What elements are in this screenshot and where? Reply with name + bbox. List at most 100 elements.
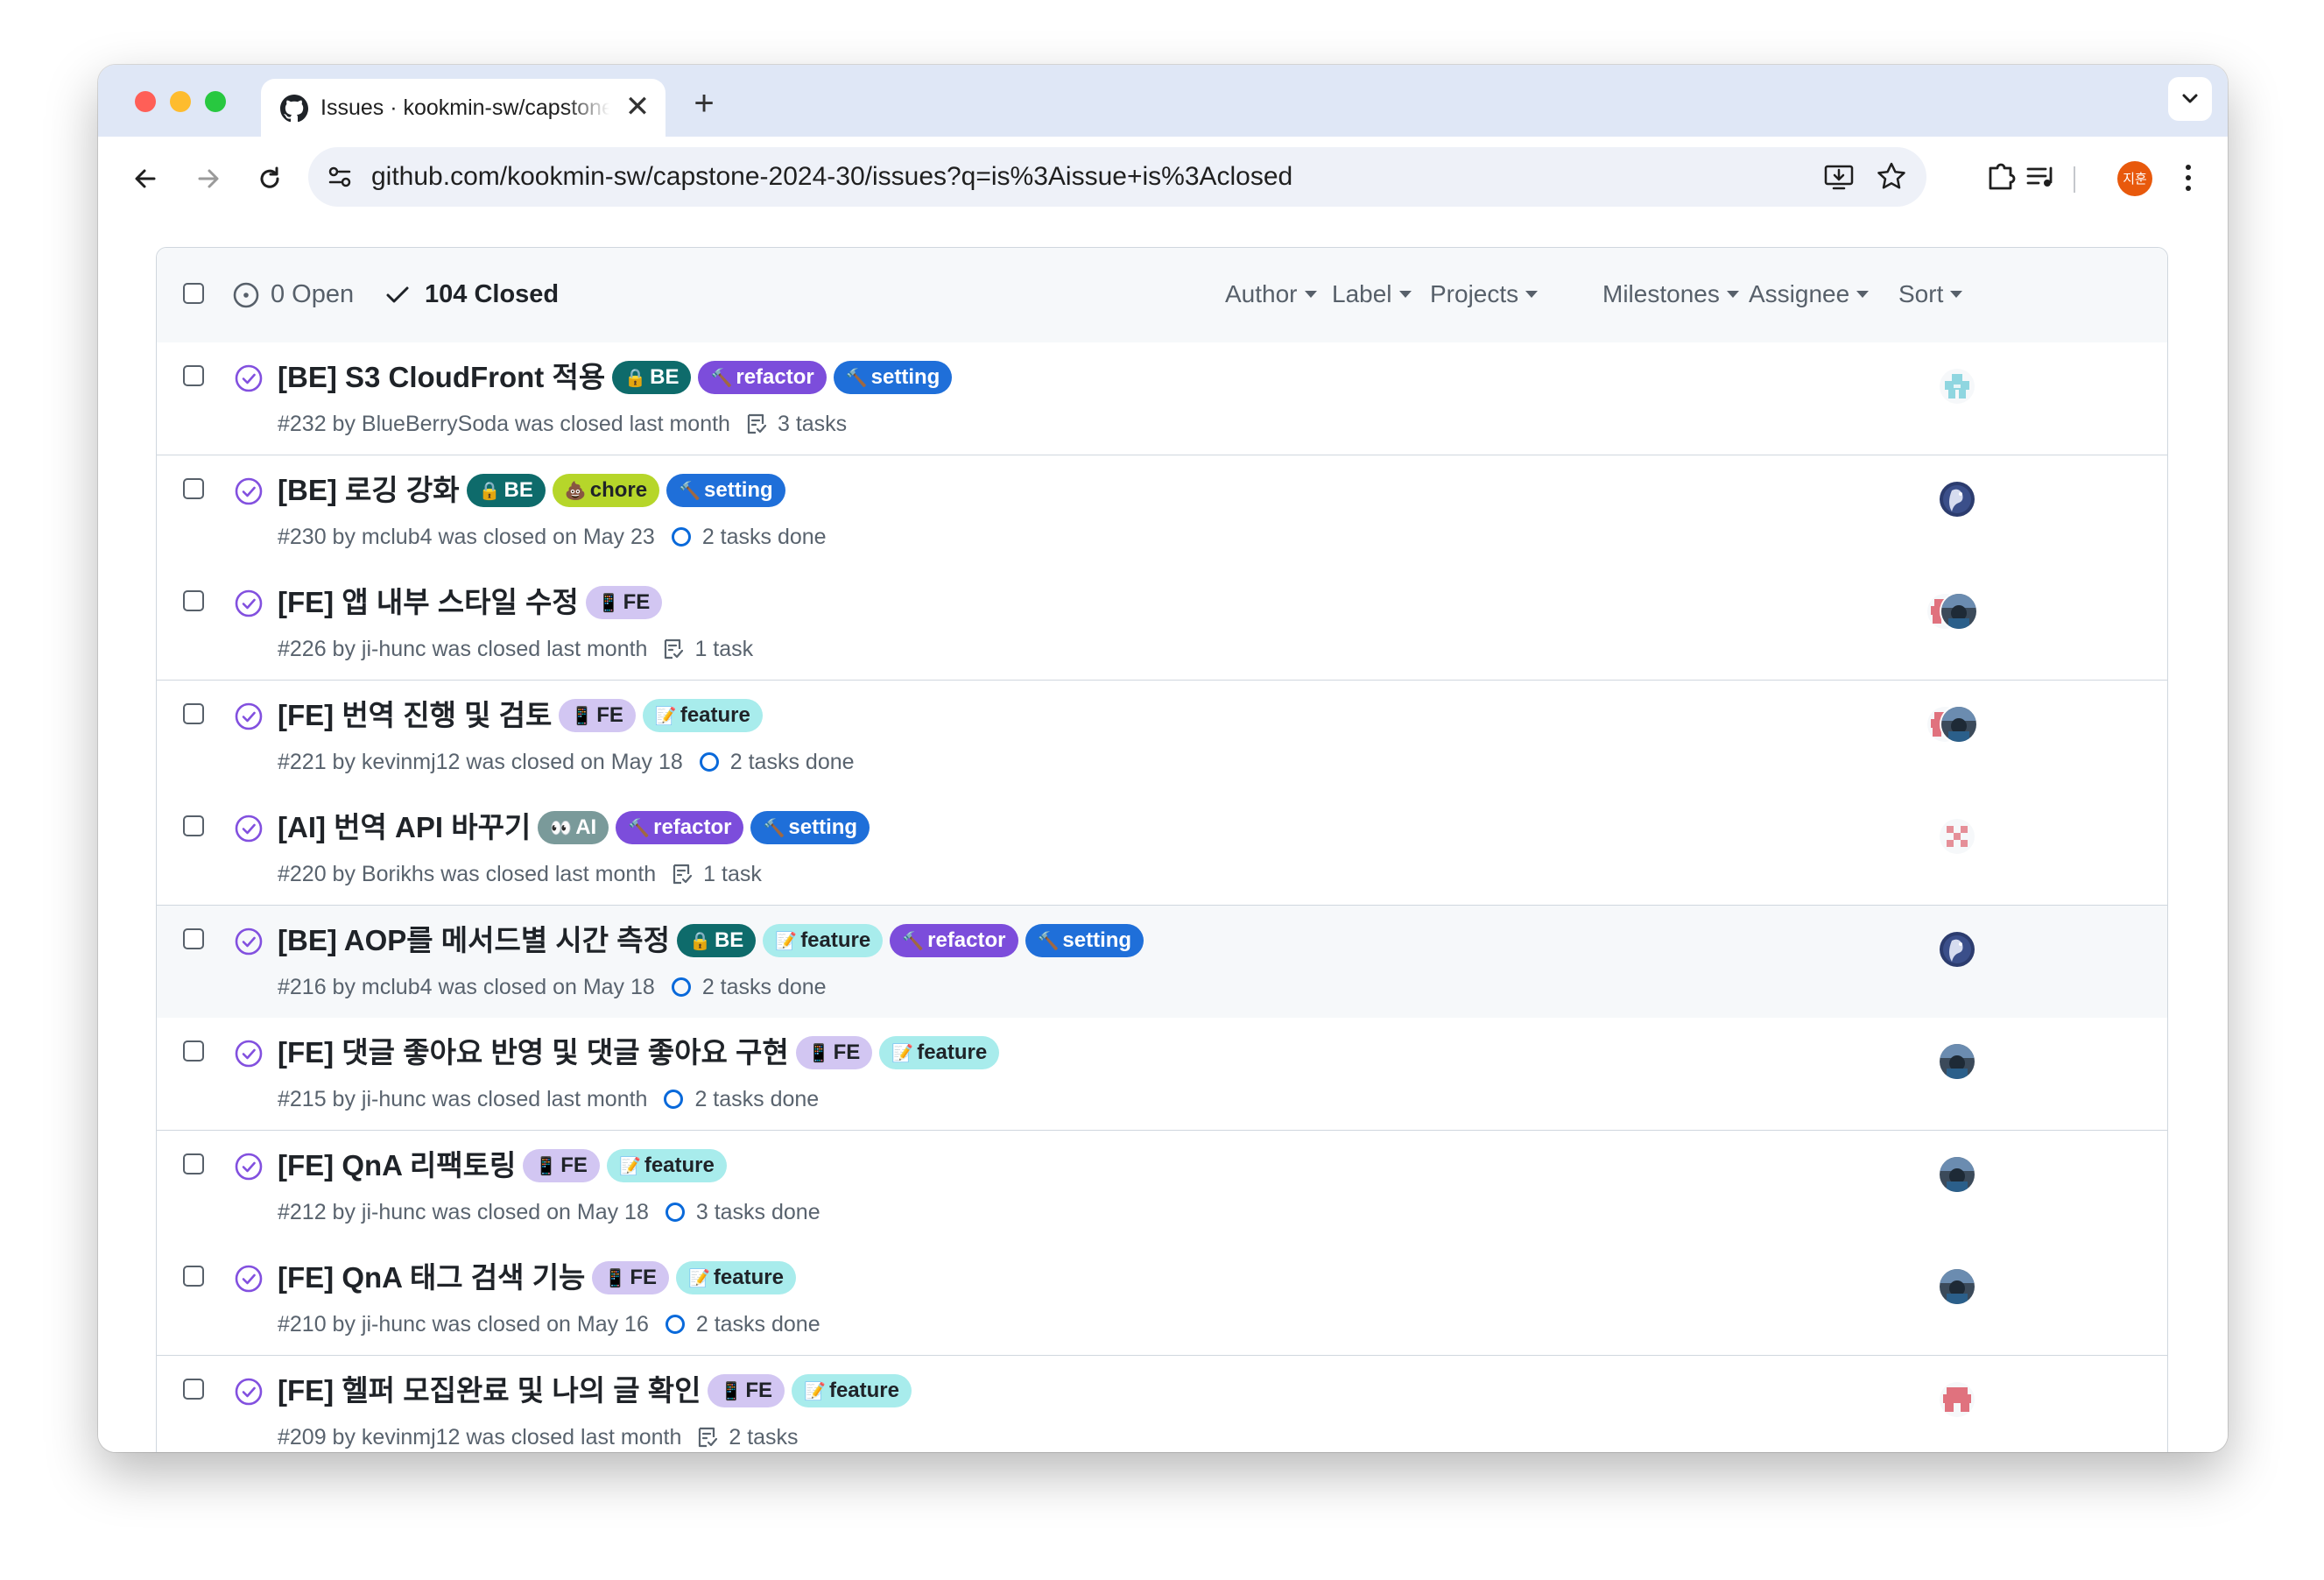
issue-row[interactable]: [FE] 번역 진행 및 검토 📱 FE 📝 feature #221 by kevinm… (157, 681, 2167, 794)
issue-title-link[interactable]: [BE] 로깅 강화 (278, 471, 460, 510)
label-fe[interactable]: 📱 FE (559, 699, 636, 732)
profile-avatar[interactable]: 지훈 (2117, 161, 2152, 196)
media-queue-icon[interactable] (2019, 156, 2063, 200)
label-fe[interactable]: 📱 FE (592, 1261, 669, 1294)
issue-title-link[interactable]: [FE] 댓글 좋아요 반영 및 댓글 좋아요 구현 (278, 1033, 789, 1072)
label-refactor[interactable]: 🔨 refactor (616, 811, 744, 844)
label-setting[interactable]: 🔨 setting (833, 361, 953, 394)
filter-label[interactable]: Label (1332, 278, 1412, 311)
issue-row[interactable]: [FE] QnA 태그 검색 기능 📱 FE 📝 feature #210 by ji-h… (157, 1243, 2167, 1356)
label-be[interactable]: 🔒 BE (612, 361, 692, 394)
assignee-avatar[interactable] (1940, 1269, 1975, 1304)
back-button[interactable] (124, 158, 166, 200)
label-fe[interactable]: 📱 FE (523, 1149, 600, 1182)
issue-meta-text: #210 by ji-hunc was closed on May 16 (278, 1312, 649, 1337)
issue-checkbox[interactable] (183, 1379, 204, 1400)
issue-title-link[interactable]: [FE] 번역 진행 및 검토 (278, 696, 552, 735)
task-progress-icon (664, 1090, 684, 1109)
issue-closed-icon (235, 1378, 263, 1406)
filter-sort[interactable]: Sort (1898, 278, 1963, 311)
issue-checkbox[interactable] (183, 1040, 204, 1062)
issue-checkbox[interactable] (183, 703, 204, 724)
label-feature[interactable]: 📝 feature (606, 1149, 727, 1182)
issue-title-link[interactable]: [BE] S3 CloudFront 적용 (278, 358, 605, 397)
minimize-window-button[interactable] (170, 91, 191, 112)
assignee-avatar[interactable] (1940, 369, 1975, 404)
issue-title-link[interactable]: [FE] QnA 리팩토링 (278, 1146, 516, 1185)
label-be[interactable]: 🔒 BE (677, 924, 757, 957)
reload-button[interactable] (249, 158, 291, 200)
forward-button[interactable] (187, 158, 229, 200)
label-feature[interactable]: 📝 feature (642, 699, 763, 732)
tab-issues[interactable]: Issues · kookmin-sw/capstone-2024-30 ✕ (261, 79, 666, 137)
open-issues-tab[interactable]: 0 Open (271, 278, 354, 311)
label-setting[interactable]: 🔨 setting (1025, 924, 1144, 957)
filter-assignee[interactable]: Assignee (1749, 278, 1870, 311)
filter-projects[interactable]: Projects (1430, 278, 1539, 311)
bookmark-star-icon[interactable] (1874, 159, 1909, 194)
issue-checkbox[interactable] (183, 478, 204, 499)
issue-title-link[interactable]: [BE] AOP를 메서드별 시간 측정 (278, 921, 670, 960)
issue-checkbox[interactable] (183, 365, 204, 386)
issue-row[interactable]: [AI] 번역 API 바꾸기 👀 AI 🔨 refactor 🔨 setting #220 … (157, 793, 2167, 906)
task-count: 2 tasks (729, 1425, 799, 1450)
issue-checkbox[interactable] (183, 590, 204, 611)
issue-title-link[interactable]: [AI] 번역 API 바꾸기 (278, 808, 531, 847)
label-feature[interactable]: 📝 feature (676, 1261, 796, 1294)
tab-search-button[interactable] (2168, 77, 2212, 121)
assignee-avatar[interactable] (1940, 1157, 1975, 1192)
filter-author[interactable]: Author (1225, 278, 1317, 311)
label-be[interactable]: 🔒 BE (466, 474, 546, 507)
label-setting[interactable]: 🔨 setting (666, 474, 785, 507)
issue-row[interactable]: [BE] S3 CloudFront 적용 🔒 BE 🔨 refactor 🔨 settin… (157, 342, 2167, 455)
label-ai[interactable]: 👀 AI (538, 811, 609, 844)
issue-row[interactable]: [FE] 헬퍼 모집완료 및 나의 글 확인 📱 FE 📝 feature #209 by… (157, 1356, 2167, 1452)
reload-icon (260, 166, 279, 188)
filter-milestones[interactable]: Milestones (1602, 278, 1739, 311)
issue-title-link[interactable]: [FE] 헬퍼 모집완료 및 나의 글 확인 (278, 1372, 701, 1410)
issue-title-link[interactable]: [FE] QnA 태그 검색 기능 (278, 1259, 585, 1297)
extensions-icon[interactable] (1979, 156, 2023, 200)
select-all-checkbox[interactable] (183, 283, 204, 304)
issue-checkbox[interactable] (183, 1266, 204, 1287)
issue-row[interactable]: [BE] 로깅 강화 🔒 BE 💩 chore 🔨 setting #230 by mclub… (157, 455, 2167, 568)
assignee-avatar[interactable] (1940, 1382, 1975, 1417)
issue-row[interactable]: [FE] QnA 리팩토링 📱 FE 📝 feature #212 by ji-hunc … (157, 1131, 2167, 1244)
issue-checkbox[interactable] (183, 815, 204, 836)
label-fe[interactable]: 📱 FE (795, 1036, 873, 1069)
more-menu-icon[interactable] (2166, 156, 2210, 200)
label-feature[interactable]: 📝 feature (792, 1374, 912, 1407)
label-fe[interactable]: 📱 FE (585, 586, 663, 619)
issue-checkbox[interactable] (183, 1153, 204, 1174)
label-text: AI (575, 815, 597, 839)
issue-row[interactable]: [BE] AOP를 메서드별 시간 측정 🔒 BE 📝 feature 🔨 refactor… (157, 906, 2167, 1019)
assignee-avatar[interactable] (1940, 819, 1975, 854)
label-feature[interactable]: 📝 feature (879, 1036, 1000, 1069)
label-text: FE (833, 1040, 861, 1064)
assignee-avatar[interactable] (1941, 594, 1976, 629)
label-feature[interactable]: 📝 feature (763, 924, 884, 957)
issue-title-link[interactable]: [FE] 앱 내부 스타일 수정 (278, 583, 579, 622)
closed-issues-tab[interactable]: 104 Closed (425, 278, 559, 311)
issue-meta: #212 by ji-hunc was closed on May 18 3 ta… (278, 1197, 820, 1227)
label-fe[interactable]: 📱 FE (708, 1374, 785, 1407)
label-refactor[interactable]: 🔨 refactor (890, 924, 1018, 957)
label-chore[interactable]: 💩 chore (552, 474, 660, 507)
label-setting[interactable]: 🔨 setting (750, 811, 870, 844)
assignee-avatar[interactable] (1940, 1044, 1975, 1079)
address-bar[interactable]: github.com/kookmin-sw/capstone-2024-30/i… (308, 147, 1926, 207)
issue-row[interactable]: [FE] 댓글 좋아요 반영 및 댓글 좋아요 구현 📱 FE 📝 feature #21… (157, 1018, 2167, 1131)
label-refactor[interactable]: 🔨 refactor (698, 361, 827, 394)
assignee-avatar[interactable] (1940, 932, 1975, 967)
maximize-window-button[interactable] (205, 91, 226, 112)
issue-meta-text: #220 by Borikhs was closed last month (278, 862, 657, 886)
new-tab-button[interactable]: + (683, 82, 725, 124)
issue-checkbox[interactable] (183, 928, 204, 949)
tab-close-button[interactable]: ✕ (620, 89, 655, 124)
install-app-icon[interactable] (1821, 159, 1856, 194)
close-window-button[interactable] (135, 91, 156, 112)
github-icon (280, 95, 308, 123)
assignee-avatar[interactable] (1940, 482, 1975, 517)
issue-row[interactable]: [FE] 앱 내부 스타일 수정 📱 FE #226 by ji-hunc was c… (157, 568, 2167, 681)
assignee-avatar[interactable] (1941, 707, 1976, 742)
